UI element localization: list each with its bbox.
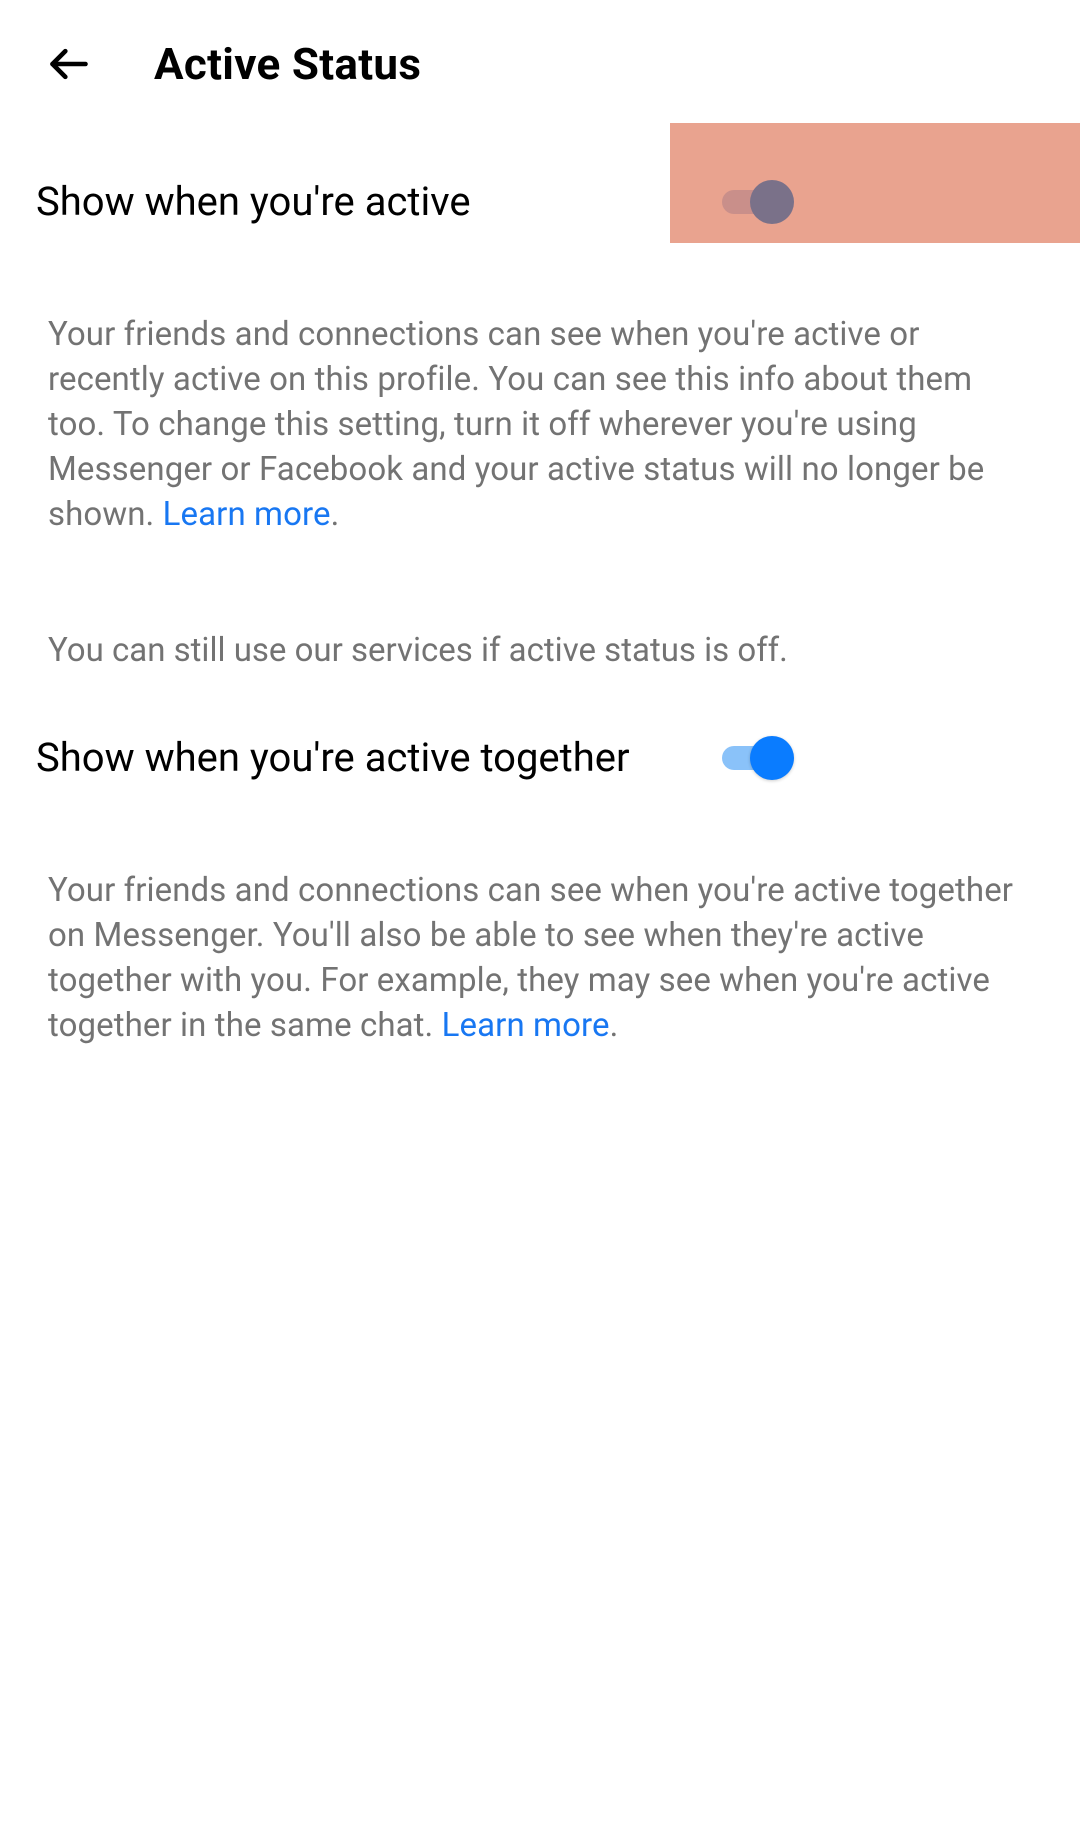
back-button[interactable] <box>44 39 94 89</box>
active-together-toggle[interactable] <box>722 736 794 780</box>
header: Active Status <box>0 0 1080 120</box>
content: Show when you're active Your friends and… <box>0 120 1080 1049</box>
active-status-toggle[interactable] <box>722 180 794 224</box>
active-status-label: Show when you're active <box>36 178 471 225</box>
description-period: . <box>610 1006 619 1045</box>
description-period: . <box>331 495 340 534</box>
active-together-section: Show when you're active together Your fr… <box>0 734 1080 1049</box>
page-title: Active Status <box>154 38 421 90</box>
learn-more-link[interactable]: Learn more <box>442 1006 610 1045</box>
toggle-thumb <box>750 736 794 780</box>
toggle-thumb <box>750 180 794 224</box>
active-status-note: You can still use our services if active… <box>0 537 1080 674</box>
active-together-label: Show when you're active together <box>36 734 630 781</box>
active-together-description: Your friends and connections can see whe… <box>0 781 1080 1049</box>
arrow-left-icon <box>47 42 91 86</box>
active-status-description: Your friends and connections can see whe… <box>0 225 1080 537</box>
learn-more-link[interactable]: Learn more <box>163 495 331 534</box>
active-status-row: Show when you're active <box>0 120 1080 225</box>
active-together-row: Show when you're active together <box>0 734 1080 781</box>
